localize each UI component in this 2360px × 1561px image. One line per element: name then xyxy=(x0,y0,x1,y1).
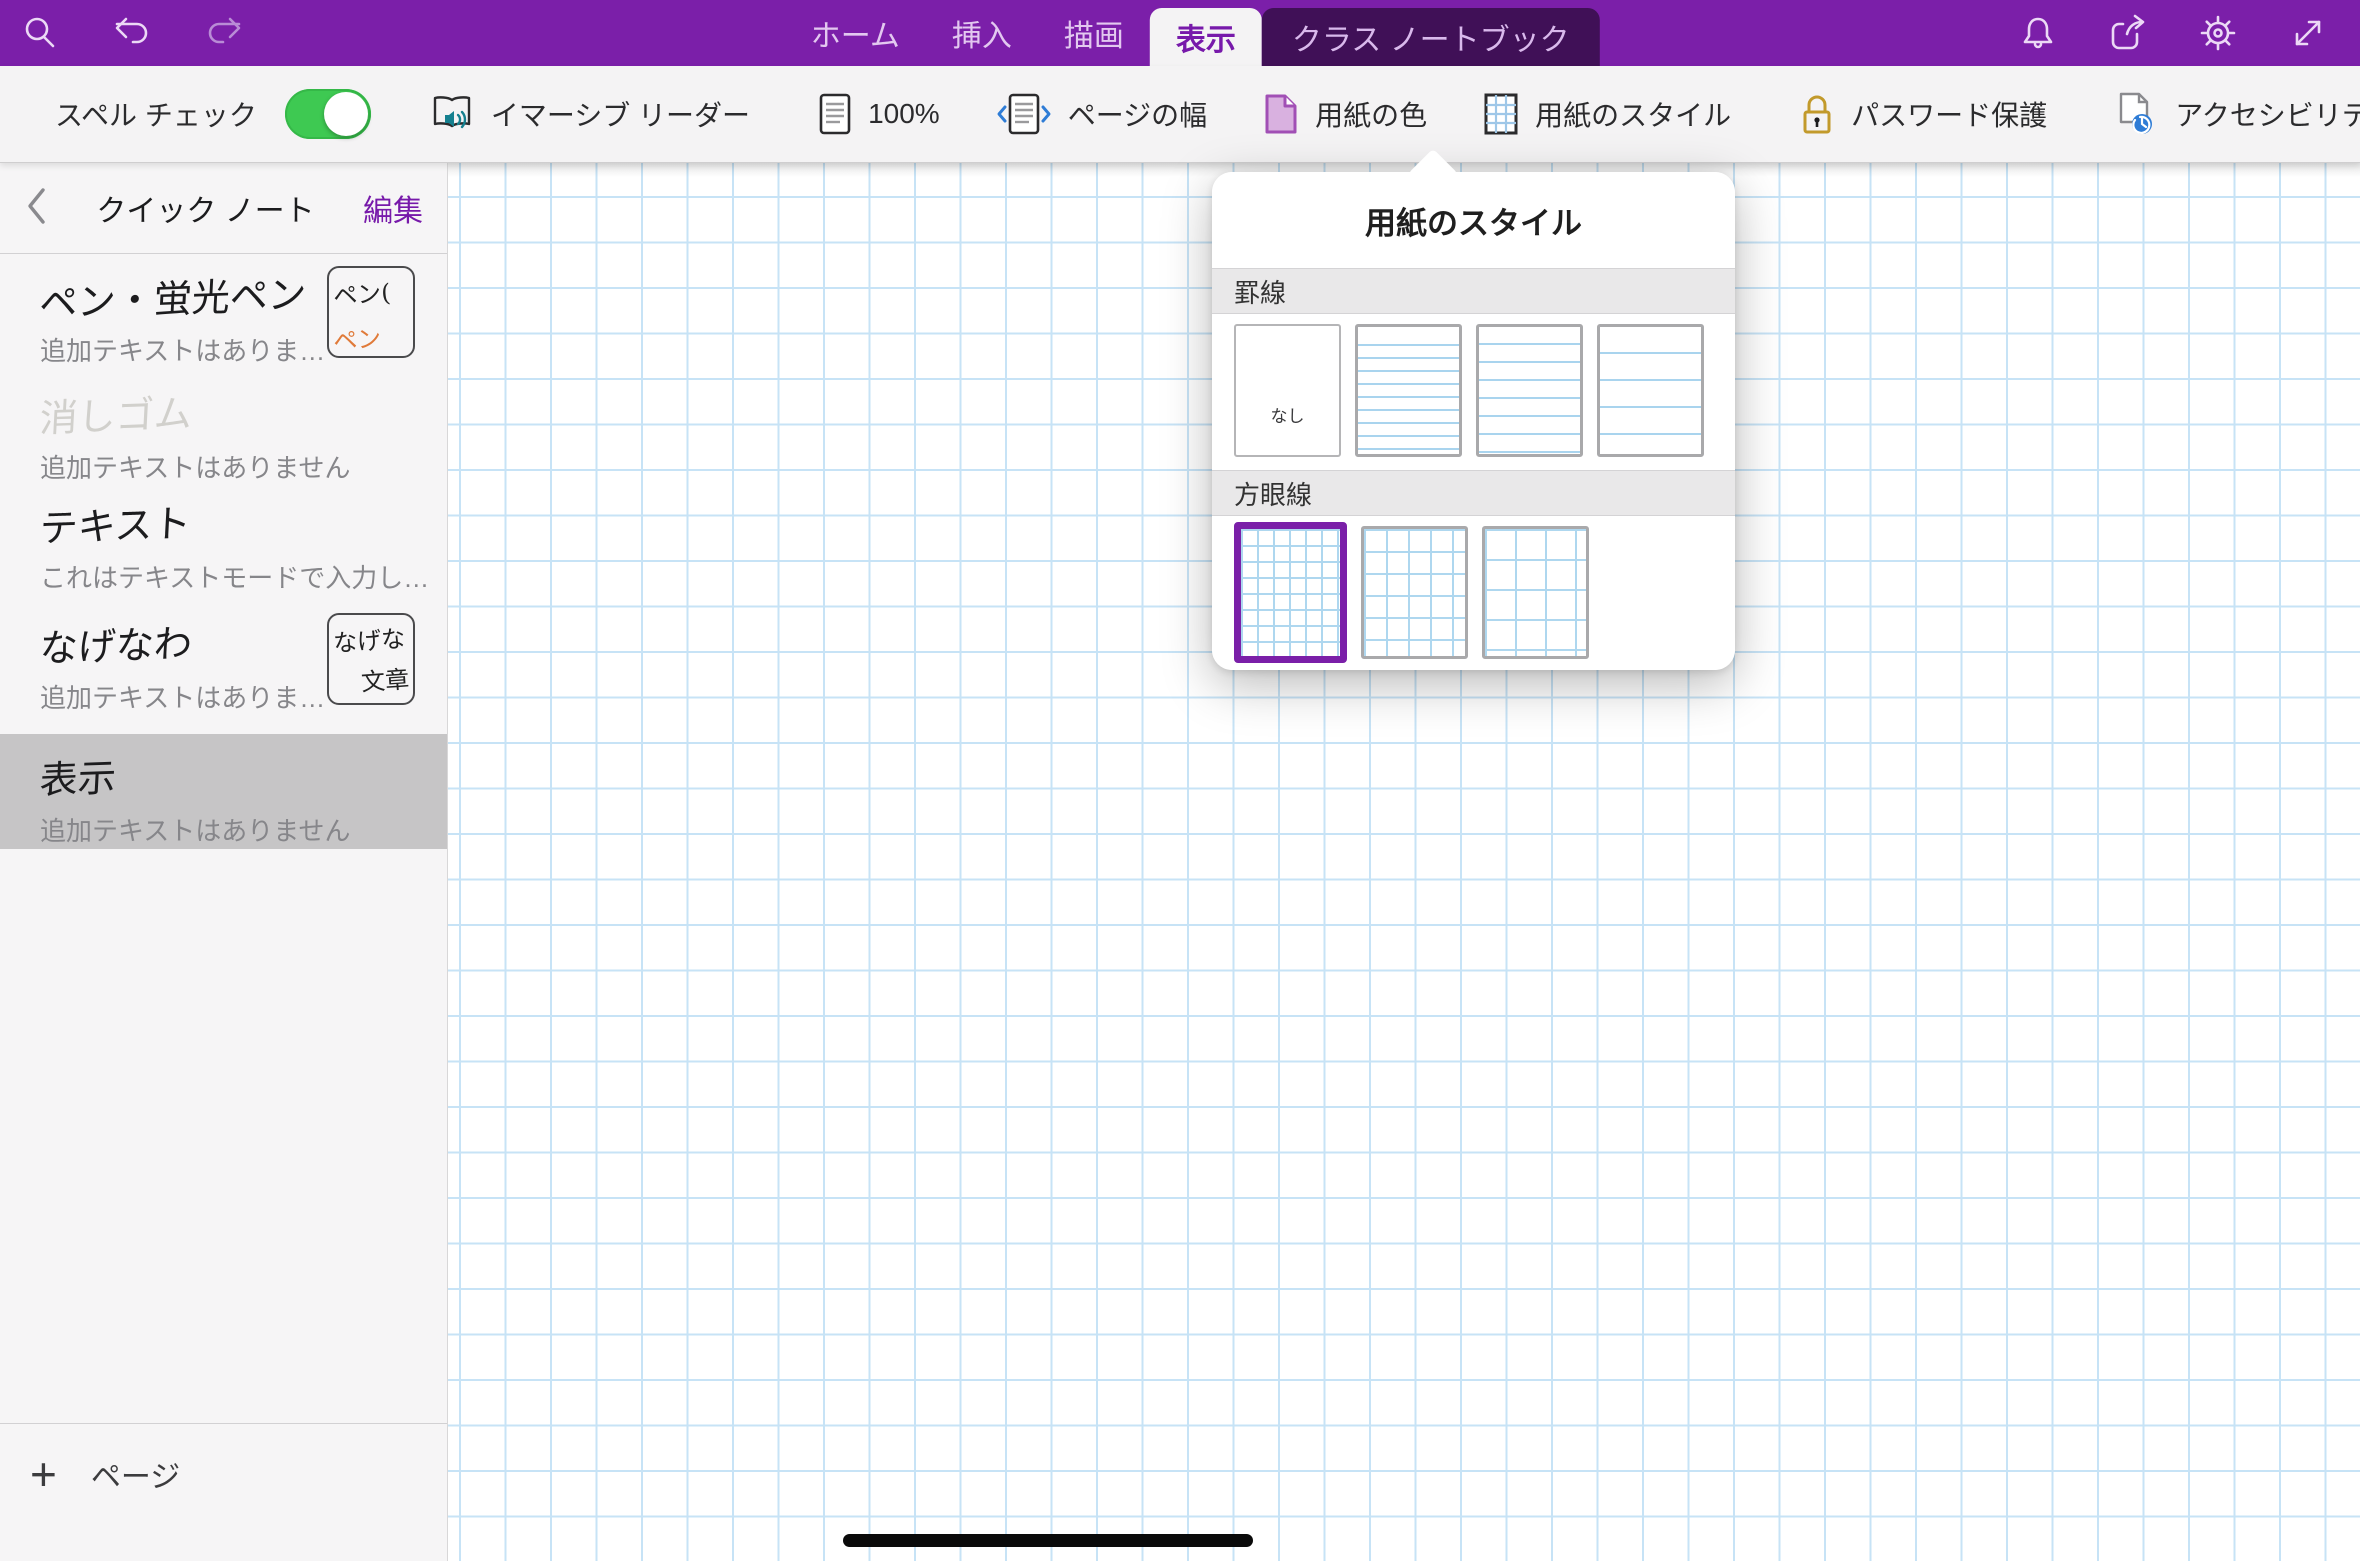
tab-class-notebook[interactable]: クラス ノートブック xyxy=(1262,8,1600,66)
accessibility-check-label: アクセシビリティ チェック xyxy=(2175,94,2360,134)
tab-draw[interactable]: 描画 xyxy=(1038,0,1150,66)
page-width-icon xyxy=(996,92,1052,136)
paper-style-grid-icon xyxy=(1483,92,1519,136)
tab-insert[interactable]: 挿入 xyxy=(926,0,1038,66)
password-protect-label: パスワード保護 xyxy=(1851,94,2047,134)
spell-check-group: スペル チェック xyxy=(55,89,371,139)
settings-gear-icon[interactable] xyxy=(2196,11,2240,55)
page-item-lasso[interactable]: なげなわ 追加テキストはありま… なげな 文章 xyxy=(0,601,447,734)
paper-style-none-swatch[interactable]: なし xyxy=(1234,324,1341,457)
paper-color-label: 用紙の色 xyxy=(1315,94,1427,134)
accessibility-check-button[interactable]: アクセシビリティ チェック xyxy=(2115,91,2360,137)
sidebar-footer: + ページ xyxy=(0,1423,447,1561)
page-title: 消しゴム xyxy=(38,382,193,442)
paper-style-popover: 用紙のスタイル 罫線 なし 方眼線 xyxy=(1212,172,1735,670)
page-thumbnail: ペン( ペン xyxy=(327,266,415,358)
add-page-label: ページ xyxy=(91,1452,180,1496)
page-thumbnail: なげな 文章 xyxy=(327,613,415,705)
paper-style-label: 用紙のスタイル xyxy=(1535,94,1731,134)
lock-icon xyxy=(1799,92,1835,136)
page-width-label: ページの幅 xyxy=(1068,94,1207,134)
section-grid-lines: 方眼線 xyxy=(1212,470,1735,516)
page-title: 表示 xyxy=(38,747,117,805)
share-icon[interactable] xyxy=(2106,11,2150,55)
spell-check-toggle[interactable] xyxy=(285,89,371,139)
paper-style-ruled-narrow-swatch[interactable] xyxy=(1355,324,1462,457)
paper-style-grid-large-swatch[interactable] xyxy=(1482,526,1589,659)
immersive-reader-button[interactable]: イマーシブ リーダー xyxy=(429,93,750,135)
toggle-knob xyxy=(324,92,368,136)
top-app-bar: ホーム 挿入 描画 表示 クラス ノートブック xyxy=(0,0,2360,66)
page-item-eraser[interactable]: 消しゴム 追加テキストはありません xyxy=(0,371,447,481)
password-protect-button[interactable]: パスワード保護 xyxy=(1799,92,2047,136)
section-ruled-lines: 罫線 xyxy=(1212,268,1735,314)
page-width-button[interactable]: ページの幅 xyxy=(996,92,1207,136)
ruled-swatch-row: なし xyxy=(1212,314,1735,470)
tab-home[interactable]: ホーム xyxy=(785,0,926,66)
view-ribbon: スペル チェック イマーシブ リーダー 100% ページの幅 用紙の色 用紙のス… xyxy=(0,66,2360,163)
zoom-document-icon xyxy=(818,92,852,136)
immersive-reader-icon xyxy=(429,93,475,135)
paper-style-grid-small-swatch-selected[interactable] xyxy=(1234,522,1347,663)
section-title: クイック ノート xyxy=(48,186,363,230)
page-title: テキスト xyxy=(38,492,192,552)
page-subtitle: 追加テキストはありません xyxy=(40,448,447,485)
paper-style-ruled-wide-swatch[interactable] xyxy=(1597,324,1704,457)
popover-title: 用紙のスタイル xyxy=(1212,172,1735,268)
grid-swatch-row xyxy=(1212,516,1735,670)
paper-style-grid-medium-swatch[interactable] xyxy=(1361,526,1468,659)
paper-style-button[interactable]: 用紙のスタイル xyxy=(1483,92,1731,136)
page-title: なげなわ xyxy=(38,612,193,672)
page-title: ペン・蛍光ペン xyxy=(38,263,308,327)
page-list-sidebar: クイック ノート 編集 ペン・蛍光ペン 追加テキストはありま… ペン( ペン 消… xyxy=(0,163,448,1561)
fullscreen-expand-icon[interactable] xyxy=(2286,11,2330,55)
notifications-bell-icon[interactable] xyxy=(2016,11,2060,55)
spell-check-label: スペル チェック xyxy=(55,94,257,134)
home-indicator-bar[interactable] xyxy=(843,1534,1253,1547)
zoom-level-label: 100% xyxy=(868,98,940,130)
page-item-text[interactable]: テキスト これはテキストモードで入力し… xyxy=(0,481,447,601)
sidebar-header: クイック ノート 編集 xyxy=(0,163,447,254)
zoom-button[interactable]: 100% xyxy=(818,92,940,136)
edit-button[interactable]: 編集 xyxy=(363,186,423,230)
page-subtitle: 追加テキストはありません xyxy=(40,811,447,848)
add-page-button[interactable]: + ページ xyxy=(0,1424,447,1496)
paper-color-button[interactable]: 用紙の色 xyxy=(1263,92,1427,136)
page-item-view-selected[interactable]: 表示 追加テキストはありません xyxy=(0,734,447,849)
search-icon[interactable] xyxy=(18,11,62,55)
ribbon-tabs: ホーム 挿入 描画 表示 クラス ノートブック xyxy=(785,0,1600,66)
tab-view[interactable]: 表示 xyxy=(1150,8,1262,66)
paper-style-ruled-medium-swatch[interactable] xyxy=(1476,324,1583,457)
plus-icon: + xyxy=(30,1454,57,1494)
redo-icon[interactable] xyxy=(202,11,246,55)
back-chevron-icon[interactable] xyxy=(24,186,48,231)
accessibility-check-icon xyxy=(2115,91,2159,137)
page-item-pen[interactable]: ペン・蛍光ペン 追加テキストはありま… ペン( ペン xyxy=(0,254,447,371)
paper-color-icon xyxy=(1263,92,1299,136)
page-subtitle: これはテキストモードで入力し… xyxy=(40,558,447,595)
undo-icon[interactable] xyxy=(110,11,154,55)
immersive-reader-label: イマーシブ リーダー xyxy=(491,94,750,134)
